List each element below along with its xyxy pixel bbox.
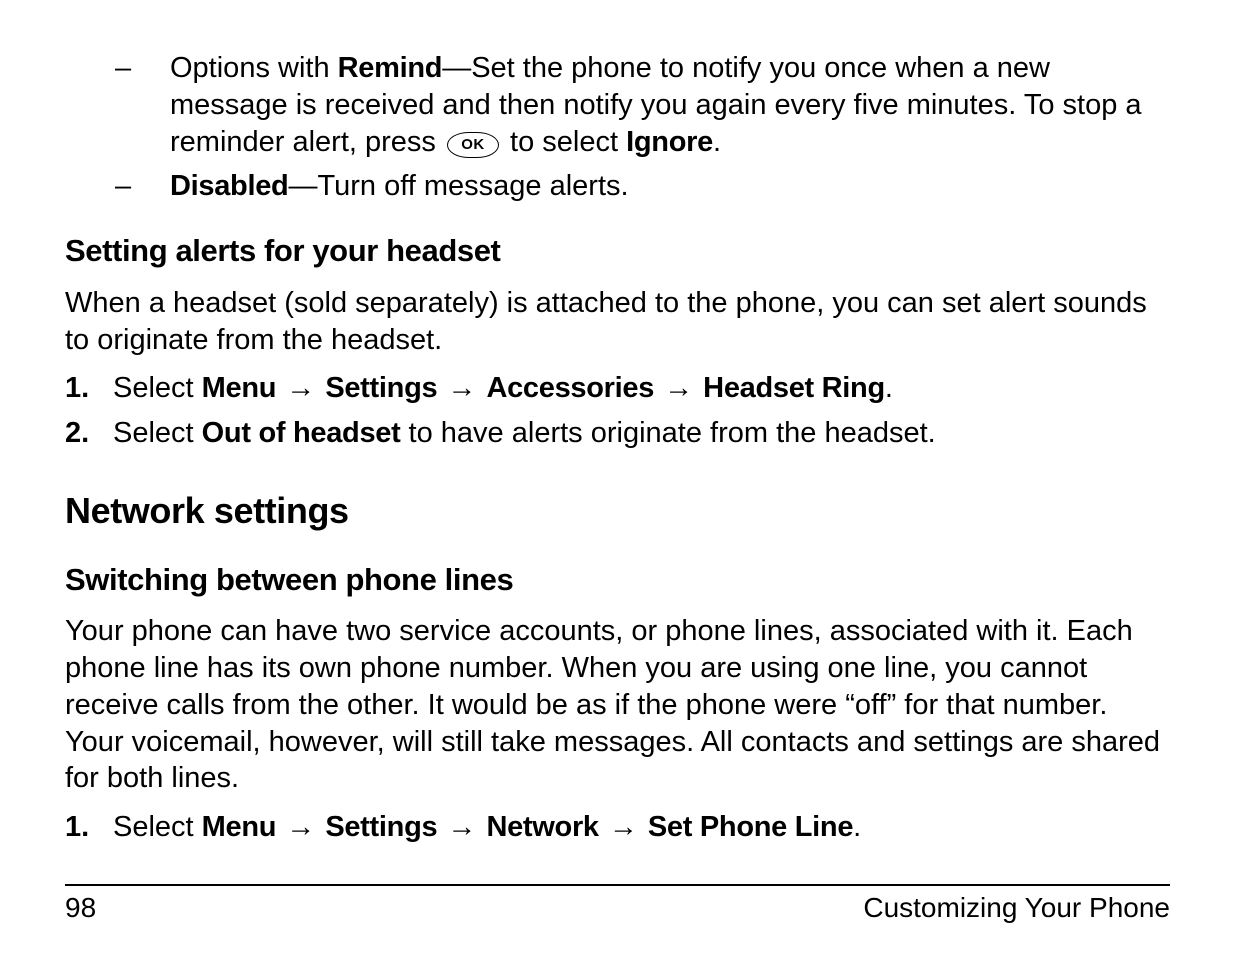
menu-path-item: Menu — [202, 811, 277, 843]
step-body: Select Menu → Settings → Accessories → H… — [113, 370, 1170, 407]
switching-intro: Your phone can have two service accounts… — [65, 613, 1170, 797]
arrow-icon: → — [445, 809, 478, 846]
text: . — [885, 372, 893, 404]
arrow-icon: → — [662, 370, 695, 407]
step-body: Select Menu → Settings → Network → Set P… — [113, 809, 1170, 846]
headset-step-1: 1. Select Menu → Settings → Accessories … — [65, 370, 1170, 407]
text: — — [288, 170, 317, 202]
out-of-headset-label: Out of headset — [202, 417, 401, 449]
step-number: 2. — [65, 415, 113, 452]
ok-key-icon: OK — [447, 132, 499, 158]
text: . — [853, 811, 861, 843]
arrow-icon: → — [284, 370, 317, 407]
menu-path-item: Settings — [325, 372, 437, 404]
dash-marker: – — [115, 50, 170, 160]
bullet-disabled-body: Disabled—Turn off message alerts. — [170, 168, 1170, 205]
switching-steps: 1. Select Menu → Settings → Network → Se… — [65, 809, 1170, 846]
footer-title: Customizing Your Phone — [863, 892, 1170, 924]
arrow-icon: → — [445, 370, 478, 407]
page-number: 98 — [65, 892, 96, 924]
arrow-icon: → — [607, 809, 640, 846]
text: Select — [113, 417, 202, 449]
switching-step-1: 1. Select Menu → Settings → Network → Se… — [65, 809, 1170, 846]
menu-path-item: Headset Ring — [703, 372, 885, 404]
page-content: – Options with Remind—Set the phone to n… — [65, 50, 1170, 884]
options-bullet-list: – Options with Remind—Set the phone to n… — [65, 50, 1170, 205]
step-body: Select Out of headset to have alerts ori… — [113, 415, 1170, 452]
menu-path-item: Menu — [202, 372, 277, 404]
remind-label: Remind — [338, 52, 443, 84]
step-number: 1. — [65, 370, 113, 407]
headset-steps: 1. Select Menu → Settings → Accessories … — [65, 370, 1170, 452]
text: Select — [113, 811, 202, 843]
text: Turn off message alerts. — [317, 170, 628, 202]
menu-path-item: Network — [486, 811, 598, 843]
heading-headset-alerts: Setting alerts for your headset — [65, 231, 1170, 270]
page-footer: 98 Customizing Your Phone — [65, 884, 1170, 924]
text: to have alerts originate from the headse… — [401, 417, 936, 449]
arrow-icon: → — [284, 809, 317, 846]
disabled-label: Disabled — [170, 170, 288, 202]
heading-network-settings: Network settings — [65, 488, 1170, 534]
bullet-disabled: – Disabled—Turn off message alerts. — [115, 168, 1170, 205]
menu-path-item: Accessories — [486, 372, 654, 404]
menu-path-item: Set Phone Line — [648, 811, 853, 843]
headset-step-2: 2. Select Out of headset to have alerts … — [65, 415, 1170, 452]
headset-intro: When a headset (sold separately) is atta… — [65, 285, 1170, 359]
text: to select — [502, 126, 626, 158]
heading-switching-lines: Switching between phone lines — [65, 560, 1170, 599]
text: Options with — [170, 52, 338, 84]
text: . — [713, 126, 721, 158]
bullet-remind: – Options with Remind—Set the phone to n… — [115, 50, 1170, 160]
ignore-label: Ignore — [626, 126, 713, 158]
document-page: – Options with Remind—Set the phone to n… — [0, 0, 1235, 954]
bullet-remind-body: Options with Remind—Set the phone to not… — [170, 50, 1170, 160]
step-number: 1. — [65, 809, 113, 846]
dash-marker: – — [115, 168, 170, 205]
menu-path-item: Settings — [325, 811, 437, 843]
text: — — [442, 52, 471, 84]
text: Select — [113, 372, 202, 404]
